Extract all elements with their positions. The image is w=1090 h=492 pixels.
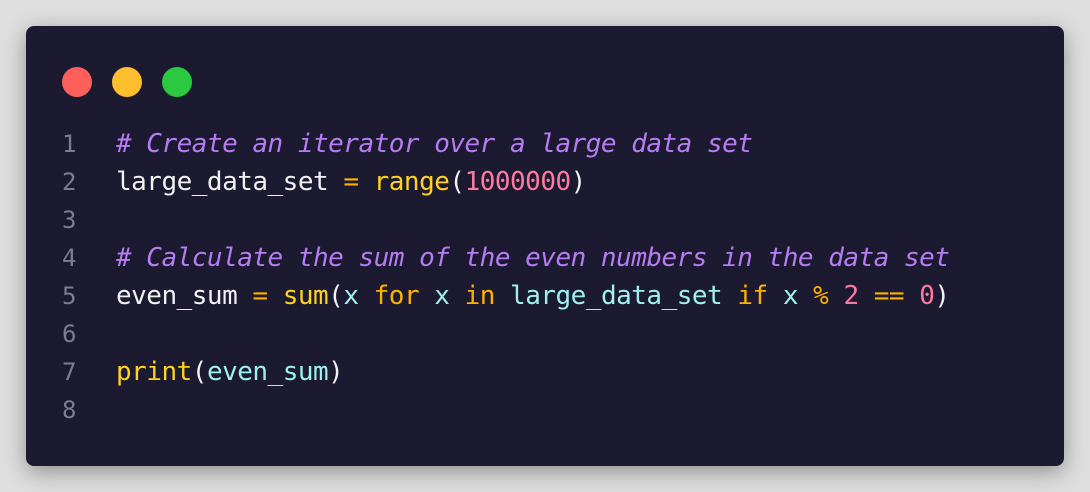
code-token: ( <box>449 167 465 197</box>
line-number: 1 <box>62 130 77 158</box>
minimize-dot-icon[interactable] <box>112 67 142 97</box>
code-token: even_sum <box>206 357 329 387</box>
code-text: even_sum = sum(x for x in large_data_set… <box>116 277 950 315</box>
code-line: 8 <box>26 391 1064 429</box>
code-token: # Calculate the sum of the even numbers … <box>116 243 950 273</box>
code-token: print <box>116 357 192 387</box>
code-line: 7 print(even_sum) <box>26 353 1064 391</box>
code-token: 1000000 <box>464 167 572 197</box>
code-token: x <box>343 281 359 311</box>
code-token: in <box>464 281 496 311</box>
line-number: 3 <box>62 206 77 234</box>
line-number: 6 <box>62 320 77 348</box>
code-token: ( <box>328 281 344 311</box>
close-dot-icon[interactable] <box>62 67 92 97</box>
code-token: ( <box>191 357 208 387</box>
code-token: 0 <box>919 281 935 311</box>
code-token: # Create an iterator over a large data s… <box>116 129 753 159</box>
code-token: = <box>252 281 268 311</box>
code-token: ) <box>934 281 950 311</box>
code-token: == <box>873 281 905 311</box>
line-number: 5 <box>62 282 77 310</box>
code-token: 2 <box>843 281 859 311</box>
code-token: even_sum <box>116 281 238 311</box>
code-token: if <box>737 281 768 311</box>
code-line: 4 # Calculate the sum of the even numbers… <box>26 239 1064 277</box>
code-text: # Calculate the sum of the even numbers … <box>116 239 950 277</box>
code-token: ) <box>570 167 587 197</box>
code-token: % <box>813 281 829 311</box>
code-token: x <box>434 281 450 311</box>
code-block: 1 # Create an iterator over a large data … <box>26 125 1064 429</box>
code-line: 3 <box>26 201 1064 239</box>
code-text: # Create an iterator over a large data s… <box>116 125 753 163</box>
code-token: large_data_set <box>510 281 723 311</box>
code-line: 2 large_data_set = range(1000000) <box>26 163 1064 201</box>
code-token: = <box>343 167 359 197</box>
code-text: large_data_set = range(1000000) <box>116 163 586 201</box>
code-token: for <box>373 281 420 311</box>
line-number: 2 <box>62 168 77 196</box>
code-token: x <box>782 281 799 311</box>
code-token: sum <box>282 281 329 311</box>
code-text: print(even_sum) <box>116 353 344 391</box>
maximize-dot-icon[interactable] <box>162 67 192 97</box>
line-number: 4 <box>62 244 77 272</box>
code-line: 5 even_sum = sum(x for x in large_data_se… <box>26 277 1064 315</box>
code-window: 1 # Create an iterator over a large data … <box>26 26 1064 466</box>
code-line: 6 <box>26 315 1064 353</box>
line-number: 7 <box>62 358 77 386</box>
line-number: 8 <box>62 396 77 424</box>
code-token: range <box>373 167 450 197</box>
code-token: ) <box>328 357 344 387</box>
code-token: large_data_set <box>116 167 329 197</box>
code-line: 1 # Create an iterator over a large data … <box>26 125 1064 163</box>
